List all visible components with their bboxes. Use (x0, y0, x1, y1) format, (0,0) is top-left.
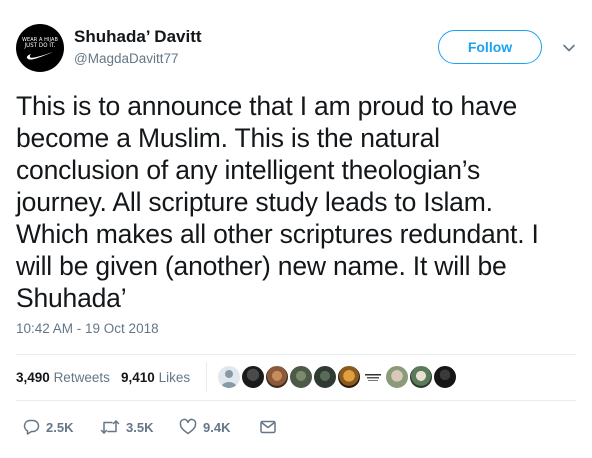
liker-avatar[interactable] (360, 364, 386, 390)
author-avatar[interactable]: WEAR A HIJAB JUST DO IT. (16, 24, 64, 72)
author-name[interactable]: Shuhada’ Davitt (74, 27, 202, 47)
tweet-header: WEAR A HIJAB JUST DO IT. Shuhada’ Davitt… (0, 0, 592, 80)
retweets-stat[interactable]: 3,490 Retweets (16, 370, 110, 385)
tweet-line: become a Muslim. This is the natural (16, 123, 440, 153)
likes-count: 9,410 (121, 370, 155, 385)
divider (16, 354, 576, 355)
author-handle[interactable]: @MagdaDavitt77 (74, 51, 179, 66)
tweet-line: Which makes all other scriptures redunda… (16, 219, 539, 249)
message-button[interactable] (259, 416, 277, 438)
chevron-down-icon[interactable] (561, 40, 577, 56)
retweet-button[interactable]: 3.5K (100, 416, 153, 438)
liker-avatar[interactable] (336, 364, 362, 390)
retweet-icon (100, 420, 120, 434)
nike-swoosh-icon (26, 52, 53, 60)
reply-count: 2.5K (46, 419, 74, 435)
liker-avatar[interactable] (264, 364, 290, 390)
likes-label: Likes (158, 370, 191, 385)
liker-avatar[interactable] (240, 364, 266, 390)
retweets-count: 3,490 (16, 370, 50, 385)
liker-avatar[interactable] (216, 364, 242, 390)
tweet-text: This is to announce that I am proud to h… (16, 90, 586, 314)
liker-avatar[interactable] (432, 364, 458, 390)
avatar-text-line2: JUST DO IT. (24, 42, 56, 49)
tweet-line: journey. All scripture study leads to Is… (16, 187, 493, 217)
stats-separator (206, 362, 207, 392)
tweet-line: Shuhada’ (16, 283, 127, 313)
like-button[interactable]: 9.4K (179, 416, 230, 438)
likes-stat[interactable]: 9,410 Likes (121, 370, 190, 385)
heart-icon (179, 418, 197, 435)
tweet-actions: 2.5K 3.5K 9.4K (0, 412, 592, 442)
follow-button[interactable]: Follow (438, 30, 542, 64)
divider (16, 400, 576, 401)
liker-avatar[interactable] (408, 364, 434, 390)
liker-avatar[interactable] (384, 364, 410, 390)
tweet-line: will be given (another) new name. It wil… (16, 251, 507, 281)
message-icon (260, 420, 276, 434)
tweet-line: This is to announce that I am proud to h… (16, 91, 518, 121)
retweets-label: Retweets (53, 370, 110, 385)
retweet-count: 3.5K (126, 419, 154, 435)
reply-icon (23, 419, 40, 435)
tweet-timestamp[interactable]: 10:42 AM - 19 Oct 2018 (16, 321, 159, 336)
like-count: 9.4K (203, 419, 231, 435)
reply-button[interactable]: 2.5K (22, 416, 73, 438)
liker-avatar[interactable] (312, 364, 338, 390)
tweet-line: conclusion of any intelligent theologian… (16, 155, 481, 185)
liker-avatar[interactable] (288, 364, 314, 390)
